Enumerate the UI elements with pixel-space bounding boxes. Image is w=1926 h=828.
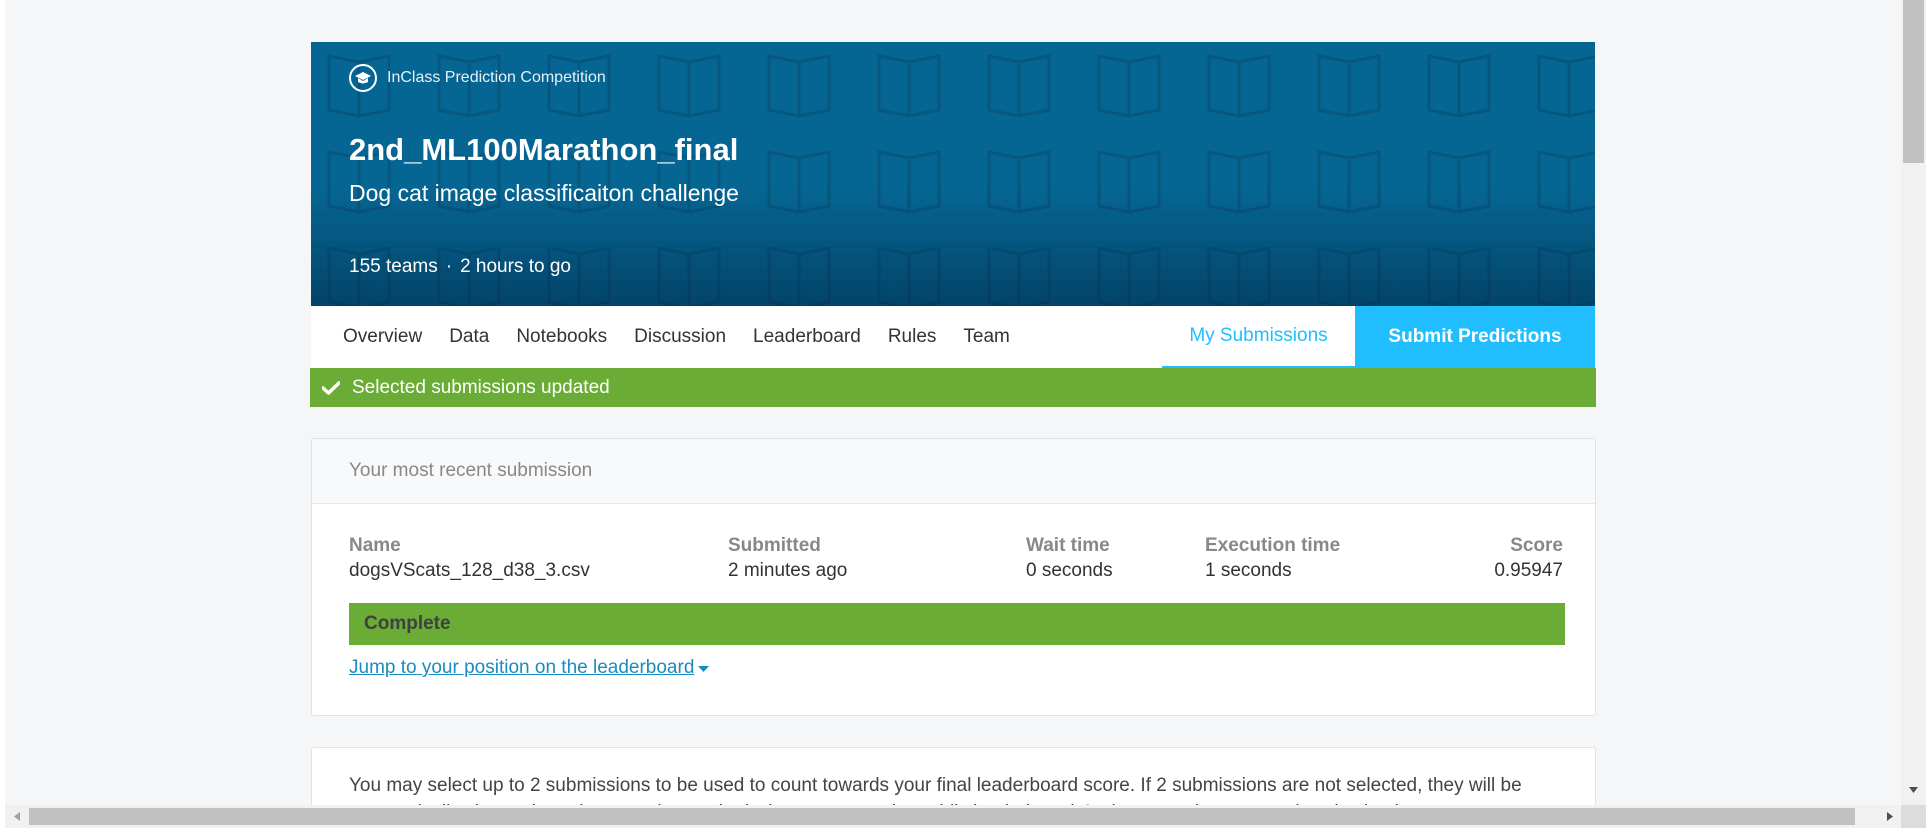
execution-time-column: Execution time 1 seconds: [1205, 535, 1340, 585]
competition-nav: Overview Data Notebooks Discussion Leade…: [311, 306, 1595, 369]
submitted-label: Submitted: [728, 535, 821, 556]
execution-time-value: 1 seconds: [1205, 560, 1292, 581]
submission-selection-info: You may select up to 2 submissions to be…: [311, 747, 1596, 805]
submitted-value: 2 minutes ago: [728, 560, 848, 581]
tab-leaderboard[interactable]: Leaderboard: [753, 326, 861, 348]
alert-message: Selected submissions updated: [352, 376, 610, 398]
competition-type-badge: InClass Prediction Competition: [349, 64, 606, 92]
tab-team[interactable]: Team: [963, 326, 1009, 348]
wait-time-label: Wait time: [1026, 535, 1110, 556]
vertical-scrollbar[interactable]: [1901, 0, 1926, 805]
competition-meta: 155 teams · 2 hours to go: [349, 256, 571, 278]
tab-discussion[interactable]: Discussion: [634, 326, 726, 348]
submission-filename: dogsVScats_128_d38_3.csv: [349, 560, 590, 581]
wait-time-value: 0 seconds: [1026, 560, 1113, 581]
tab-my-submissions[interactable]: My Submissions: [1162, 306, 1355, 368]
competition-header: InClass Prediction Competition 2nd_ML100…: [311, 42, 1595, 306]
competition-title: 2nd_ML100Marathon_final: [349, 132, 739, 167]
check-icon: [322, 380, 340, 395]
submitted-column: Submitted 2 minutes ago: [728, 535, 847, 585]
caret-down-icon: [698, 657, 710, 679]
jump-to-leaderboard-link[interactable]: Jump to your position on the leaderboard: [349, 657, 710, 679]
name-column: Name dogsVScats_128_d38_3.csv: [349, 535, 590, 585]
horizontal-scroll-thumb[interactable]: [29, 808, 1855, 825]
status-badge: Complete: [349, 603, 1565, 645]
selection-info-text: You may select up to 2 submissions to be…: [349, 775, 1522, 805]
scroll-right-arrow-icon[interactable]: [1882, 809, 1897, 824]
tab-rules[interactable]: Rules: [888, 326, 937, 348]
name-label: Name: [349, 535, 401, 556]
tab-overview[interactable]: Overview: [343, 326, 422, 348]
team-count: 155 teams: [349, 256, 438, 277]
score-value: 0.95947: [1494, 560, 1563, 581]
tab-data[interactable]: Data: [449, 326, 489, 348]
jump-link-label: Jump to your position on the leaderboard: [349, 657, 695, 678]
competition-type-label: InClass Prediction Competition: [387, 69, 606, 86]
competition-subtitle: Dog cat image classificaiton challenge: [349, 180, 739, 206]
page-viewport: InClass Prediction Competition 2nd_ML100…: [5, 0, 1901, 805]
submit-predictions-button[interactable]: Submit Predictions: [1355, 306, 1595, 368]
execution-time-label: Execution time: [1205, 535, 1341, 556]
score-label: Score: [1510, 535, 1563, 556]
graduation-cap-icon: [349, 64, 377, 92]
time-remaining: 2 hours to go: [460, 256, 571, 277]
scrollbar-corner: [1901, 805, 1926, 828]
tab-notebooks[interactable]: Notebooks: [516, 326, 607, 348]
scroll-down-arrow-icon[interactable]: [1906, 782, 1921, 797]
success-alert: Selected submissions updated: [310, 368, 1596, 407]
vertical-scroll-thumb[interactable]: [1903, 0, 1924, 163]
wait-time-column: Wait time 0 seconds: [1026, 535, 1113, 585]
meta-separator: ·: [445, 256, 453, 277]
score-column: Score 0.95947: [1494, 535, 1563, 585]
scroll-left-arrow-icon[interactable]: [9, 809, 24, 824]
recent-submission-card: Your most recent submission Name dogsVSc…: [311, 438, 1596, 716]
horizontal-scrollbar[interactable]: [5, 805, 1901, 828]
recent-submission-heading: Your most recent submission: [312, 439, 1595, 504]
